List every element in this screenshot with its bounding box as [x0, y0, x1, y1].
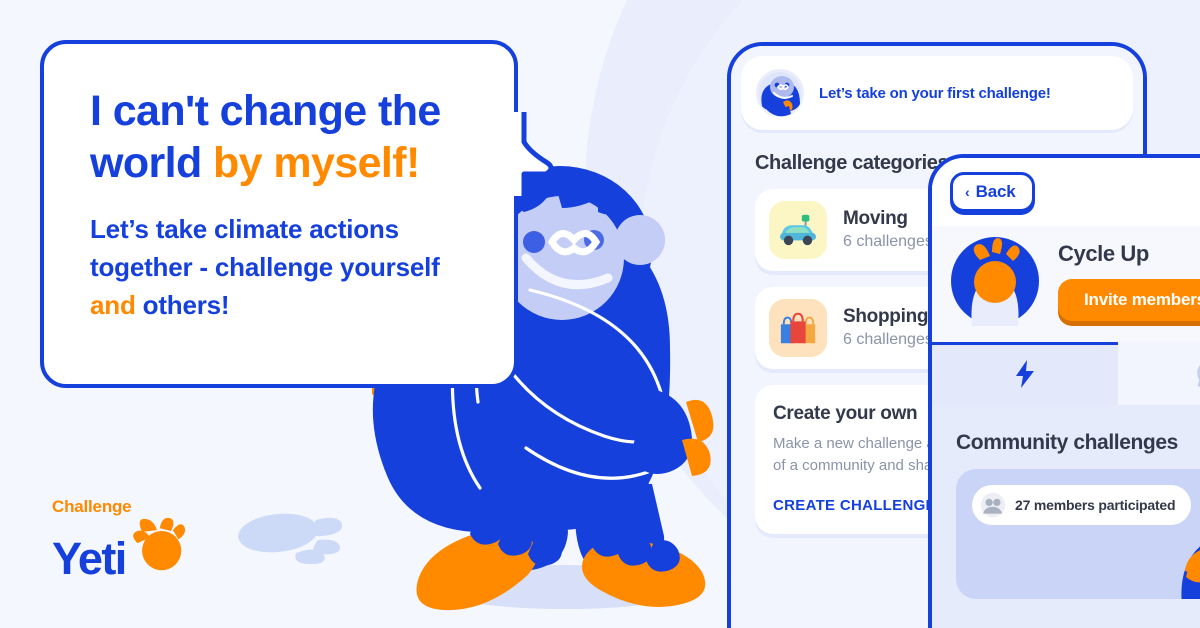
- speech-bubble-tail: [512, 112, 568, 196]
- headline-accent: by myself!: [213, 138, 420, 187]
- community-challenges-heading: Community challenges: [956, 431, 1178, 454]
- logo-yeti-word: Yeti: [52, 533, 127, 585]
- group-header: Cycle Up Invite members: [932, 226, 1200, 342]
- subtitle-part1: Let’s take climate actions together - ch…: [90, 214, 440, 282]
- headline-line1: I can't change the: [90, 87, 441, 135]
- headline-line2: world: [90, 138, 214, 187]
- yeti-head-mark-icon: [128, 517, 186, 578]
- greeting-banner[interactable]: Let’s take on your first challenge!: [741, 56, 1133, 130]
- phone-mockup-group-detail: ‹ Back Cycle Up Invite members Community…: [928, 154, 1200, 628]
- category-title: Moving: [843, 207, 908, 229]
- group-yeti-avatar-icon: [950, 236, 1040, 326]
- group-name: Cycle Up: [1058, 241, 1149, 266]
- subtitle-accent: and: [90, 289, 136, 320]
- invite-members-label: Invite members: [1084, 290, 1200, 309]
- chevron-left-icon: ‹: [965, 184, 970, 200]
- tab-activity[interactable]: [932, 342, 1118, 405]
- category-subtitle: 6 challenges: [843, 232, 933, 250]
- community-challenge-card[interactable]: 27 members participated: [956, 469, 1200, 599]
- lightning-bolt-icon: [1016, 360, 1034, 388]
- back-button[interactable]: ‹ Back: [950, 172, 1035, 212]
- speech-bubble: I can't change the world by myself! Let’s…: [40, 40, 518, 388]
- chat-bubble-icon: [1197, 365, 1200, 387]
- poster-stage: I can't change the world by myself! Let’s…: [0, 0, 1200, 628]
- yeti-avatar-icon: [755, 68, 805, 118]
- two-people-icon: [980, 492, 1006, 518]
- phone3-screen: ‹ Back Cycle Up Invite members Community…: [932, 158, 1200, 628]
- brand-logo: Challenge Yeti: [52, 498, 186, 581]
- tab-chat[interactable]: [1118, 342, 1200, 405]
- invite-members-button[interactable]: Invite members: [1058, 279, 1200, 321]
- group-tab-bar: [932, 342, 1200, 405]
- category-subtitle: 6 challenges: [843, 330, 933, 348]
- subtitle-part2: others!: [135, 289, 230, 320]
- category-title: Shopping: [843, 305, 929, 327]
- greeting-text: Let’s take on your first challenge!: [819, 84, 1051, 102]
- page-title: I can't change the world by myself!: [90, 86, 490, 189]
- page-subtitle: Let’s take climate actions together - ch…: [90, 211, 460, 324]
- shopping-bags-icon: [769, 299, 827, 357]
- back-button-label: Back: [975, 182, 1016, 201]
- group-nav-bar: ‹ Back: [932, 158, 1200, 226]
- logo-challenge-word: Challenge: [52, 497, 132, 516]
- electric-car-icon: [769, 201, 827, 259]
- community-card-yeti-illustration: [1148, 477, 1200, 599]
